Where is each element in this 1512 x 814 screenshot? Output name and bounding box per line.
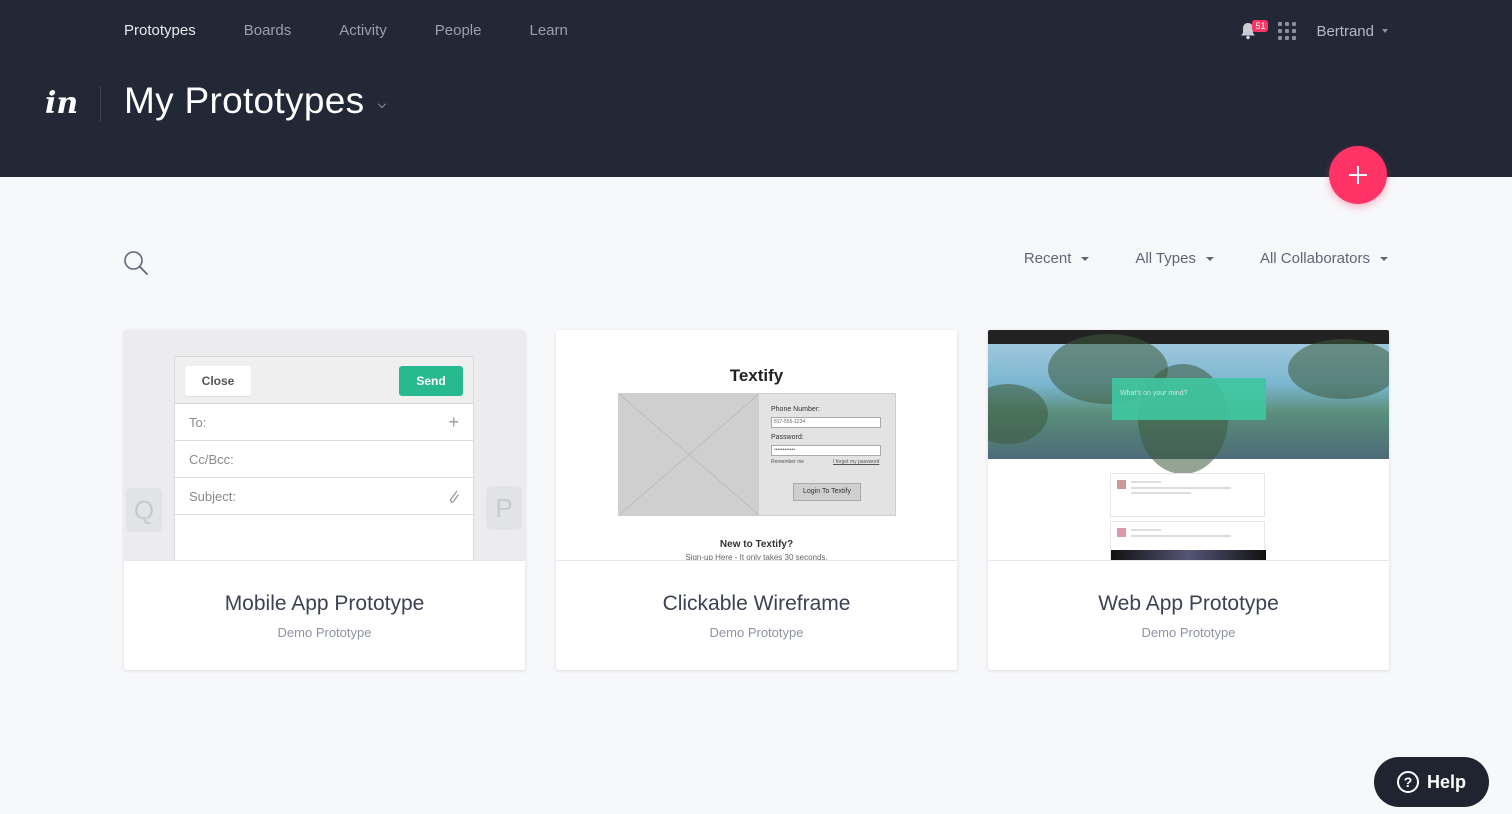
mock-cc-label: Cc/Bcc:: [189, 452, 234, 467]
mock-post-placeholder: What's on your mind?: [1120, 390, 1188, 397]
prototype-thumbnail: Q P Close Send To: + Cc/Bcc: Subject:: [124, 330, 525, 561]
mock-phone-label: Phone Number:: [771, 406, 821, 413]
prototype-card-wireframe[interactable]: Textify Phone Number: 817-555-1234 Passw…: [556, 330, 957, 670]
mock-feed-item: [1110, 521, 1266, 560]
card-subtitle: Demo Prototype: [1141, 625, 1236, 640]
nav-learn[interactable]: Learn: [529, 20, 567, 42]
login-mock: Phone Number: 817-555-1234 Password: •••…: [618, 393, 896, 516]
mock-feed-item: [1110, 473, 1265, 517]
card-subtitle: Demo Prototype: [277, 625, 372, 640]
notification-badge: 51: [1252, 20, 1269, 32]
image-placeholder: [619, 394, 759, 515]
prototype-card-mobile[interactable]: Q P Close Send To: + Cc/Bcc: Subject: Mo…: [124, 330, 525, 670]
card-title: Mobile App Prototype: [224, 592, 425, 615]
apps-grid-icon[interactable]: [1278, 22, 1297, 40]
type-label: All Types: [1135, 250, 1196, 267]
keyboard-key: Q: [126, 488, 162, 532]
prototype-card-webapp[interactable]: What's on your mind? Web App Prototype D…: [988, 330, 1389, 670]
caret-down-icon: [1081, 257, 1090, 261]
user-area: 51 Bertrand: [1240, 20, 1388, 42]
mock-forgot: I forgot my password: [833, 459, 880, 465]
mock-password-label: Password:: [771, 434, 804, 441]
card-title: Web App Prototype: [1098, 592, 1279, 615]
nav-activity[interactable]: Activity: [339, 20, 387, 42]
page-title: My Prototypes: [124, 80, 365, 121]
top-header: Prototypes Boards Activity People Learn …: [0, 0, 1512, 177]
create-prototype-button[interactable]: [1329, 146, 1387, 204]
caret-down-icon: [1380, 257, 1388, 261]
notifications-button[interactable]: 51: [1240, 20, 1269, 42]
invision-logo[interactable]: in: [45, 86, 78, 122]
plus-icon: +: [448, 412, 459, 432]
paperclip-icon: [449, 490, 460, 503]
page-title-dropdown[interactable]: My Prototypes: [124, 80, 387, 122]
user-name: Bertrand: [1316, 22, 1374, 40]
filter-bar: Recent All Types All Collaborators: [978, 249, 1388, 269]
search-icon[interactable]: [123, 250, 149, 276]
mock-subject-label: Subject:: [189, 489, 236, 504]
mock-post-box: What's on your mind?: [1112, 378, 1266, 420]
caret-down-icon: [1382, 29, 1388, 33]
help-button[interactable]: ? Help: [1374, 757, 1489, 807]
keyboard-key: P: [486, 486, 522, 530]
email-compose-mock: Close Send To: + Cc/Bcc: Subject:: [174, 356, 474, 560]
question-icon: ?: [1396, 771, 1419, 793]
header-divider: [100, 86, 101, 122]
chevron-down-icon: [378, 100, 387, 108]
type-dropdown[interactable]: All Types: [1135, 249, 1214, 269]
sort-dropdown[interactable]: Recent: [1024, 249, 1090, 269]
mock-login-button: Login To Textify: [793, 483, 861, 501]
mock-new-to: New to Textify?: [719, 539, 794, 550]
prototype-thumbnail: What's on your mind?: [988, 330, 1389, 561]
card-subtitle: Demo Prototype: [709, 625, 804, 640]
card-title: Clickable Wireframe: [662, 592, 851, 615]
sort-label: Recent: [1023, 250, 1072, 267]
caret-down-icon: [1205, 257, 1214, 261]
nav-prototypes[interactable]: Prototypes: [124, 20, 196, 42]
collaborators-dropdown[interactable]: All Collaborators: [1260, 249, 1388, 269]
help-label: Help: [1426, 771, 1466, 792]
mock-send-button: Send: [399, 366, 463, 396]
mock-close-button: Close: [185, 366, 251, 396]
mock-to-label: To:: [189, 415, 207, 430]
mock-signup: Sign-up Here - It only takes 30 seconds.: [685, 553, 828, 561]
nav-people[interactable]: People: [435, 20, 482, 42]
mock-remember: Remember me: [771, 459, 805, 465]
mock-phone-input: 817-555-1234: [771, 417, 881, 428]
collaborators-label: All Collaborators: [1259, 250, 1370, 267]
prototype-thumbnail: Textify Phone Number: 817-555-1234 Passw…: [556, 330, 957, 561]
mock-password-input: ••••••••••••: [771, 445, 881, 456]
user-menu[interactable]: Bertrand: [1316, 23, 1388, 40]
nav-boards[interactable]: Boards: [244, 20, 292, 42]
mock-heading: Textify: [729, 366, 784, 385]
main-nav: Prototypes Boards Activity People Learn: [124, 20, 616, 42]
